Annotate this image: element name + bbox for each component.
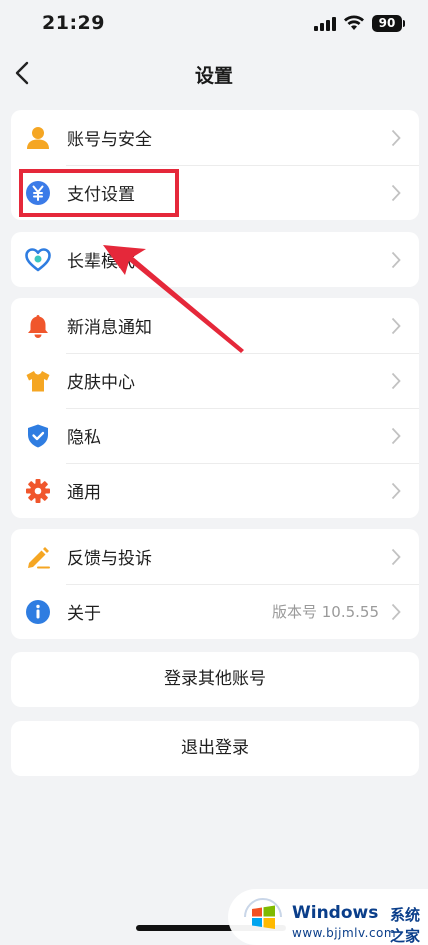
status-time: 21:29 bbox=[42, 12, 105, 34]
chevron-right-icon bbox=[391, 427, 401, 445]
chevron-right-icon bbox=[391, 317, 401, 335]
logout-button[interactable]: 退出登录 bbox=[11, 721, 419, 776]
settings-item-label: 长辈模式 bbox=[67, 252, 135, 272]
settings-item-feedback[interactable]: 反馈与投诉 bbox=[11, 529, 419, 584]
gear-icon bbox=[26, 479, 50, 503]
nav-bar: 设置 bbox=[0, 50, 428, 98]
settings-item-label: 通用 bbox=[67, 483, 101, 503]
version-number: 版本号 10.5.55 bbox=[271, 603, 379, 621]
settings-item-account-security[interactable]: 账号与安全 bbox=[11, 110, 419, 165]
info-icon bbox=[26, 600, 50, 624]
watermark-url: www.bjjmlv.com bbox=[292, 926, 397, 940]
pen-icon bbox=[28, 547, 50, 569]
chevron-right-icon bbox=[391, 184, 401, 202]
highlight-box-annotation bbox=[19, 169, 179, 217]
heart-elder-icon bbox=[25, 248, 51, 272]
settings-item-skin-center[interactable]: 皮肤中心 bbox=[11, 353, 419, 408]
settings-item-label: 皮肤中心 bbox=[67, 373, 135, 393]
settings-item-label: 关于 bbox=[67, 604, 101, 624]
settings-group-general: 新消息通知 皮肤中心 隐私 通用 bbox=[11, 298, 419, 518]
chevron-right-icon bbox=[391, 372, 401, 390]
chevron-right-icon bbox=[391, 482, 401, 500]
settings-item-about[interactable]: 关于 版本号 10.5.55 bbox=[11, 584, 419, 639]
wifi-icon bbox=[344, 15, 364, 30]
settings-group-about: 反馈与投诉 关于 版本号 10.5.55 bbox=[11, 529, 419, 639]
battery-icon: 90 bbox=[372, 15, 405, 32]
settings-item-notifications[interactable]: 新消息通知 bbox=[11, 298, 419, 353]
tshirt-icon bbox=[26, 371, 50, 392]
settings-item-label: 新消息通知 bbox=[67, 318, 152, 338]
watermark-brand: Windows bbox=[292, 903, 379, 923]
settings-item-elder-mode[interactable]: 长辈模式 bbox=[11, 232, 419, 287]
settings-item-general[interactable]: 通用 bbox=[11, 463, 419, 518]
settings-item-label: 隐私 bbox=[67, 428, 101, 448]
settings-item-privacy[interactable]: 隐私 bbox=[11, 408, 419, 463]
bell-icon bbox=[28, 315, 48, 338]
page-title: 设置 bbox=[194, 65, 233, 87]
shield-icon bbox=[28, 424, 48, 448]
switch-account-button[interactable]: 登录其他账号 bbox=[11, 652, 419, 707]
chevron-right-icon bbox=[391, 548, 401, 566]
status-bar: 21:29 90 bbox=[0, 0, 428, 50]
chevron-right-icon bbox=[391, 129, 401, 147]
windows-logo-icon bbox=[244, 898, 282, 929]
settings-group-elder: 长辈模式 bbox=[11, 232, 419, 287]
signal-icon bbox=[314, 17, 336, 31]
watermark: Windows 系统之家 www.bjjmlv.com bbox=[228, 889, 428, 945]
chevron-right-icon bbox=[391, 251, 401, 269]
settings-item-label: 账号与安全 bbox=[67, 130, 152, 150]
user-icon bbox=[27, 127, 49, 149]
settings-item-label: 反馈与投诉 bbox=[67, 549, 152, 569]
chevron-right-icon bbox=[391, 603, 401, 621]
